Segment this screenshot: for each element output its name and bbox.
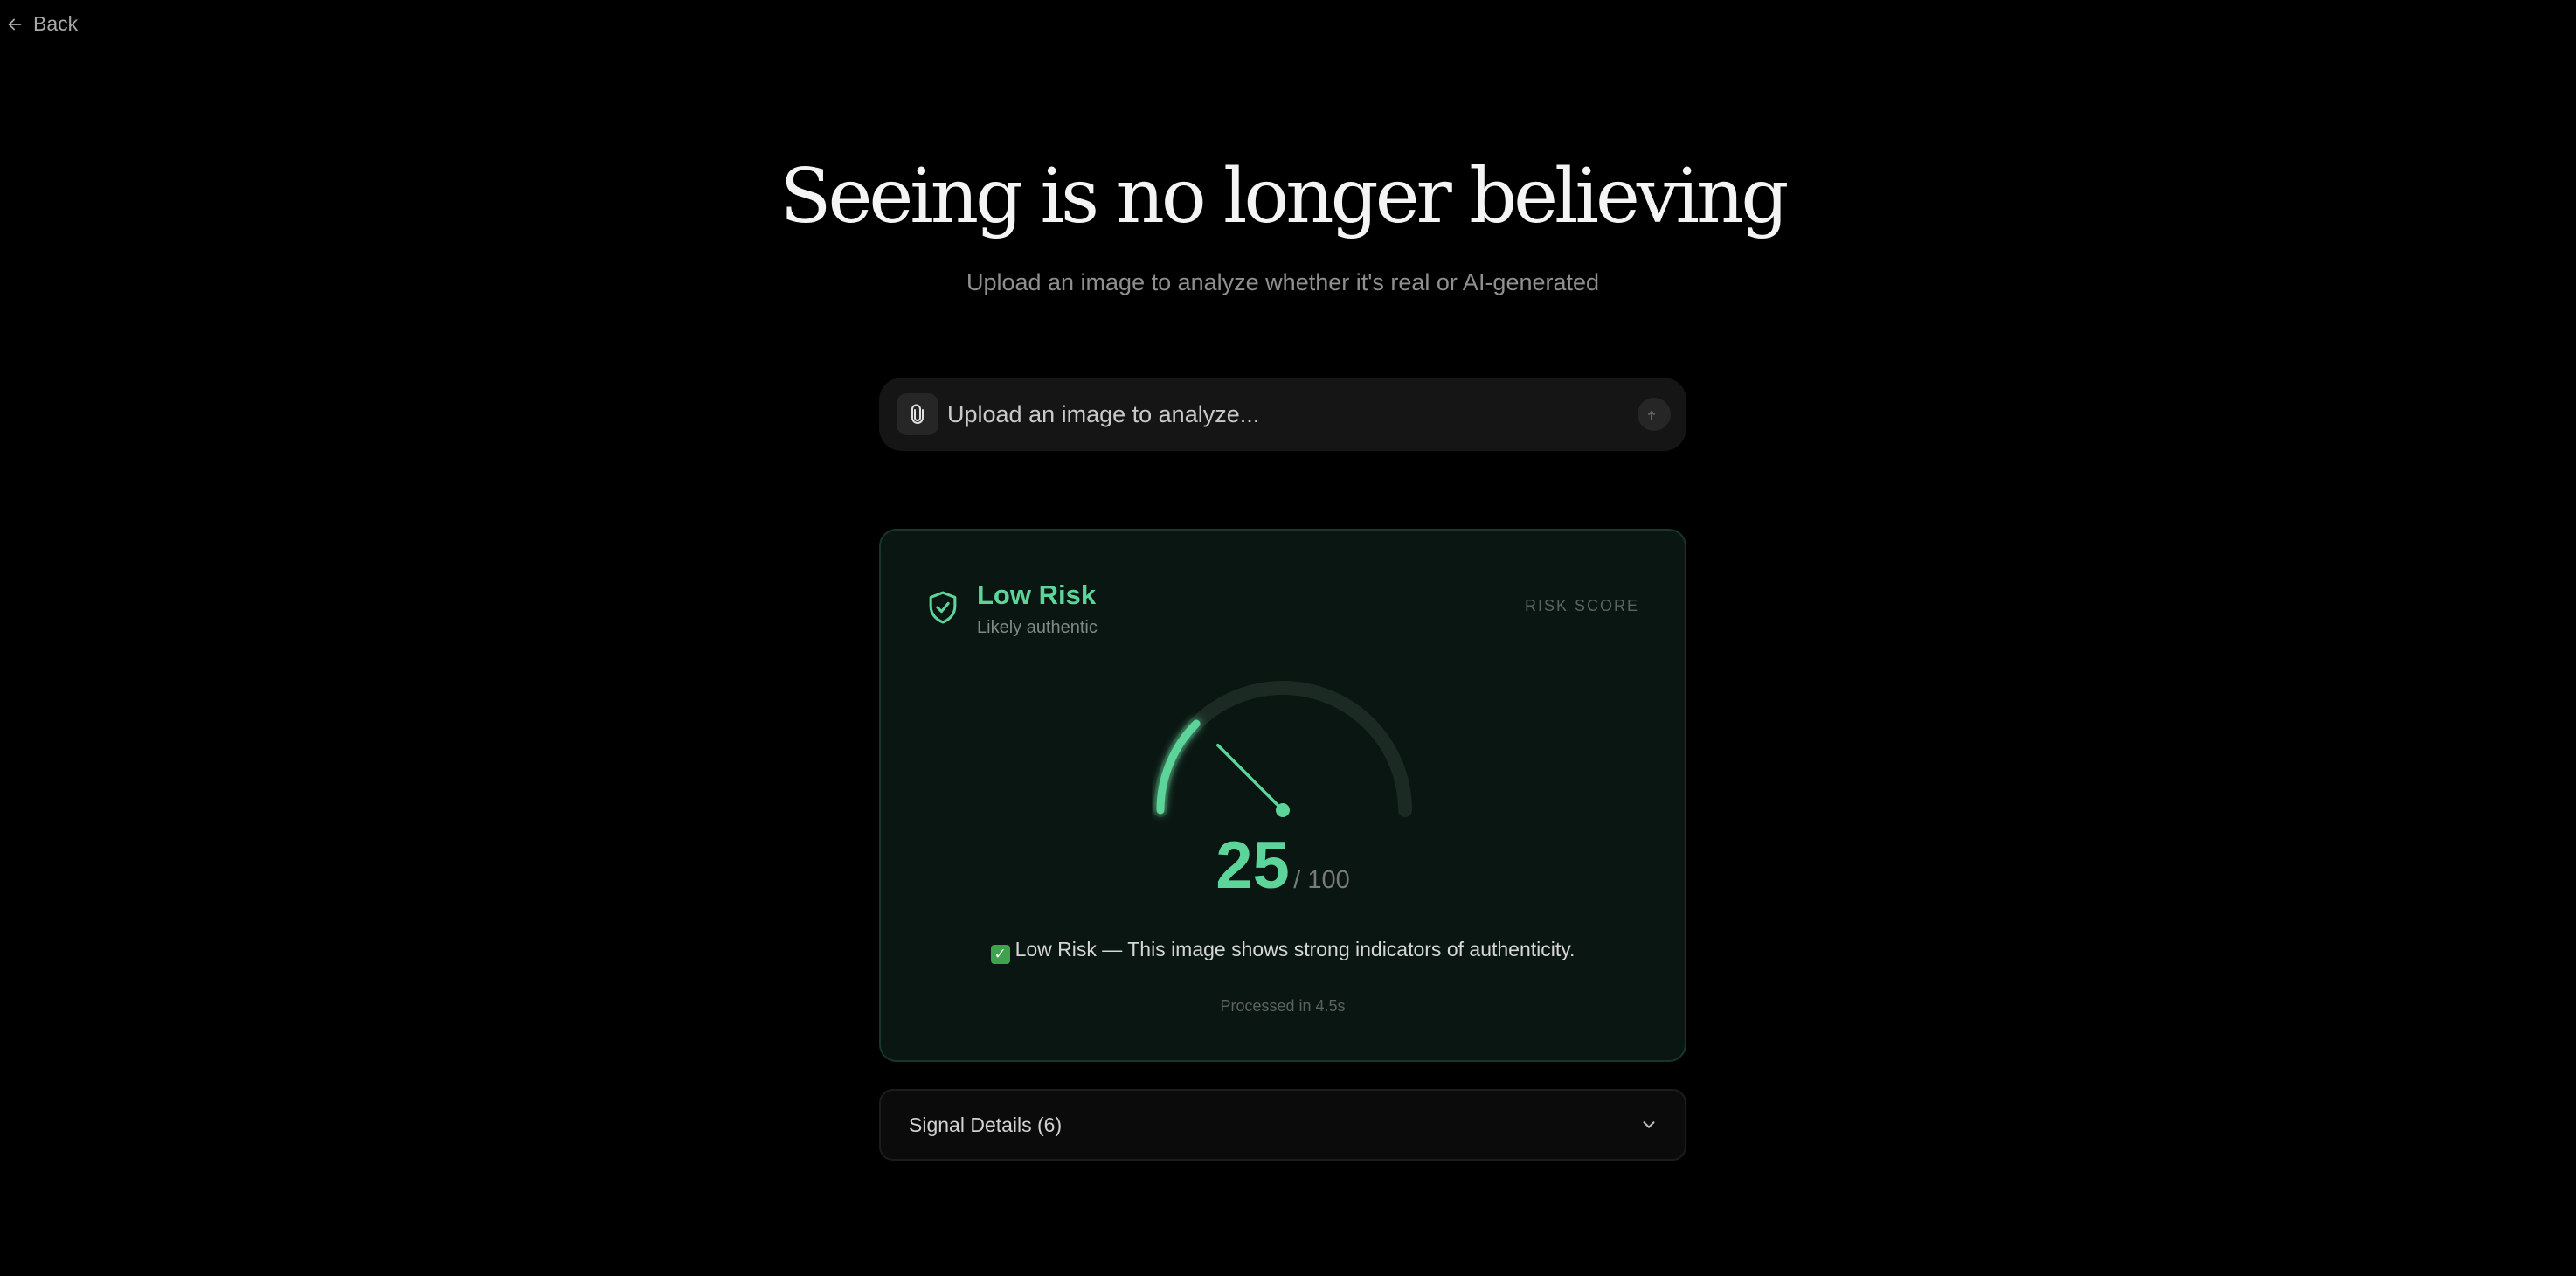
gauge-pivot: [1276, 803, 1290, 817]
upload-input[interactable]: Upload an image to analyze...: [947, 378, 1259, 451]
chevron-down-icon: [1643, 1121, 1655, 1128]
back-label: Back: [33, 12, 79, 35]
score-display: 25 / 100: [881, 828, 1685, 904]
risk-score-label: RISK SCORE: [1524, 597, 1639, 614]
risk-level: Low Risk: [977, 579, 1097, 610]
result-card: Low Risk Likely authentic RISK SCORE 25 …: [879, 529, 1686, 1062]
attach-button[interactable]: [897, 393, 938, 435]
page-title: Seeing is no longer believing: [779, 153, 1790, 240]
gauge-track: [1153, 681, 1412, 817]
upload-bar: Upload an image to analyze...: [879, 378, 1686, 451]
risk-description: Likely authentic: [977, 618, 1098, 637]
score-max: / 100: [1293, 866, 1350, 894]
verdict: ✓ Low Risk — This image shows strong indi…: [881, 938, 1685, 964]
risk-gauge: [1153, 681, 1412, 817]
back-link[interactable]: Back: [5, 12, 78, 36]
score-value: 25: [1215, 829, 1290, 903]
arrow-up-icon: [1648, 411, 1655, 420]
signal-details-accordion[interactable]: Signal Details (6): [879, 1089, 1686, 1161]
page: Back Seeing is no longer believing Uploa…: [0, 0, 2576, 1276]
signal-details-label: Signal Details (6): [909, 1113, 1063, 1136]
check-box-icon: ✓: [990, 945, 1010, 964]
send-button[interactable]: [1638, 398, 1671, 431]
paperclip-icon: [911, 404, 924, 424]
verdict-text: Low Risk — This image shows strong indic…: [1014, 938, 1575, 960]
gauge-needle: [1216, 744, 1285, 812]
processed-time: Processed in 4.5s: [1220, 997, 1346, 1015]
page-subtitle: Upload an image to analyze whether it's …: [966, 269, 1600, 295]
arrow-left-icon: [8, 18, 22, 30]
shield-check-icon: [929, 591, 957, 624]
